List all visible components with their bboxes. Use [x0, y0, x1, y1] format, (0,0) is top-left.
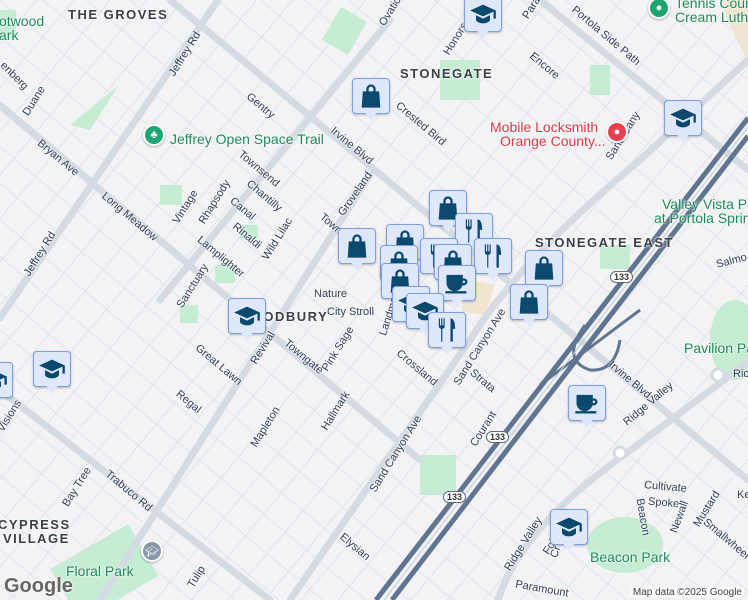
place-floral-park[interactable]: Floral Park: [66, 563, 134, 579]
street-label: Spoke: [647, 495, 680, 511]
shopping-bag-icon: [530, 254, 558, 282]
school-pin-icon[interactable]: 🎓︎: [141, 540, 163, 562]
graduation-cap-icon: [38, 355, 66, 383]
restaurant-marker[interactable]: [428, 312, 466, 358]
place-pavilion-park[interactable]: Pavilion Pa: [684, 340, 748, 356]
graduation-cap-icon: [469, 0, 497, 28]
place-beacon-park[interactable]: Beacon Park: [590, 549, 670, 565]
neighborhood-the-groves: THE GROVES: [68, 7, 169, 22]
shopping-bag-icon: [343, 232, 371, 260]
street-label: Ric: [733, 368, 748, 380]
neighborhood-stonegate-east: STONEGATE EAST: [535, 235, 674, 250]
coffee-marker[interactable]: [568, 385, 606, 431]
fork-knife-icon: [433, 316, 461, 344]
neighborhood-village: VILLAGE: [3, 531, 70, 546]
neighborhood-stonegate: STONEGATE: [400, 66, 494, 81]
google-logo: Google: [4, 575, 73, 597]
coffee-cup-icon: [443, 269, 471, 297]
park-pin-icon[interactable]: ♣: [143, 124, 165, 146]
graduation-cap-icon: [555, 513, 583, 541]
school-marker[interactable]: [228, 298, 266, 344]
coffee-cup-icon: [573, 389, 601, 417]
place-jeffrey-open-space-trail[interactable]: Jeffrey Open Space Trail: [170, 131, 324, 147]
shopping-marker[interactable]: [338, 228, 376, 274]
shopping-marker[interactable]: [510, 284, 548, 330]
graduation-cap-icon: [669, 104, 697, 132]
map-canvas[interactable]: THE GROVES STONEGATE STONEGATE EAST WOOD…: [0, 0, 748, 600]
map-attribution[interactable]: Map data ©2025 Google: [630, 587, 744, 598]
school-marker[interactable]: [33, 351, 71, 397]
fork-knife-icon: [479, 242, 507, 270]
school-marker[interactable]: [464, 0, 502, 42]
street-label: City Stroll: [327, 306, 375, 318]
school-marker[interactable]: [550, 509, 588, 555]
location-pin-icon[interactable]: ●: [606, 121, 628, 143]
school-marker[interactable]: [664, 100, 702, 146]
restaurant-marker[interactable]: [474, 238, 512, 284]
school-marker[interactable]: [0, 362, 13, 408]
graduation-cap-icon: [233, 302, 261, 330]
place-park-partial-line2[interactable]: ark: [0, 27, 18, 43]
highway-shield-133: 133: [486, 431, 510, 443]
place-valley-vista-park-line2[interactable]: at Portola Spring: [654, 210, 748, 226]
street-label: Ke: [737, 489, 748, 501]
neighborhood-cypress: CYPRESS: [0, 517, 71, 532]
highway-shield-133: 133: [610, 271, 634, 283]
graduation-cap-icon: [0, 366, 8, 394]
street-label: Nature: [314, 288, 348, 300]
shopping-marker[interactable]: [352, 78, 390, 124]
shopping-bag-icon: [357, 82, 385, 110]
highway-shield-133: 133: [443, 491, 467, 503]
place-mobile-locksmith-line2[interactable]: Orange County...: [500, 133, 606, 149]
shopping-bag-icon: [515, 288, 543, 316]
place-tennis-court-line2[interactable]: Cream Luthe: [675, 9, 748, 25]
